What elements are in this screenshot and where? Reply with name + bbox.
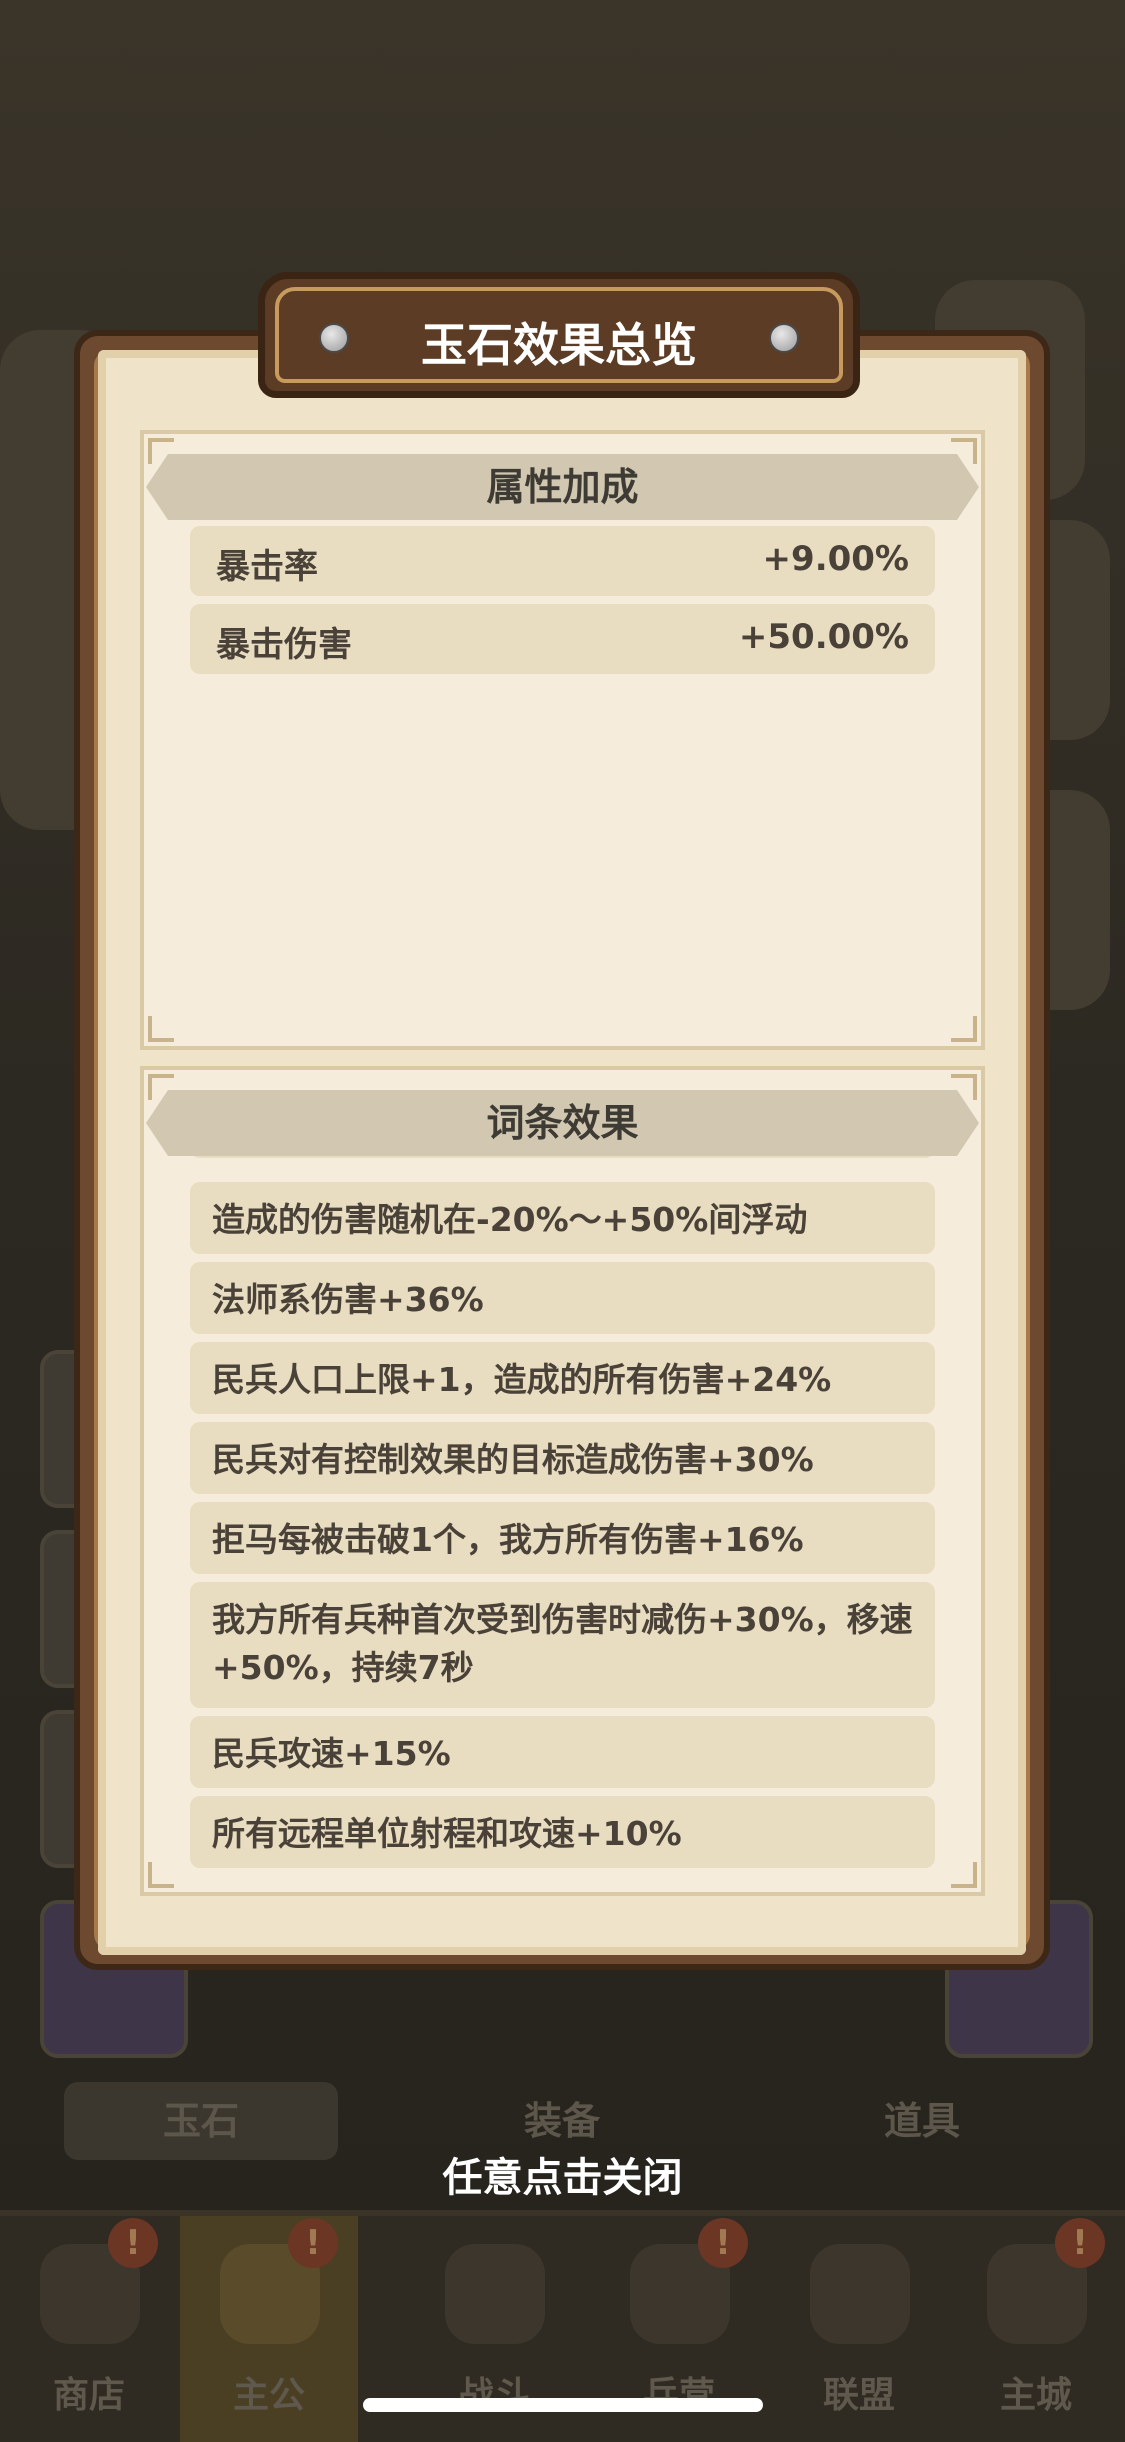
attribute-bonus-panel: 属性加成 暴击率 +9.00% 暴击伤害 +50.00%	[140, 430, 985, 1050]
tap-to-close-hint[interactable]: 任意点击关闭	[0, 2145, 1125, 2203]
modal-title-plate: 玉石效果总览	[258, 272, 860, 398]
nav-shop[interactable]: ! 商店	[0, 2216, 178, 2442]
effect-row: 所有远程单位射程和攻速+10%	[190, 1796, 935, 1868]
stat-label: 暴击伤害	[216, 625, 352, 665]
effects-panel[interactable]: 词条效果 造成的伤害随机在-20%～+50%间浮动 法师系伤害+36% 民兵人口…	[140, 1066, 985, 1896]
corner-ornament-icon	[951, 1016, 977, 1042]
nav-main-city[interactable]: ! 主城	[947, 2216, 1125, 2442]
alert-badge: !	[108, 2218, 158, 2268]
home-indicator	[363, 2398, 763, 2412]
stat-row: 暴击率 +9.00%	[190, 526, 935, 596]
crossed-swords-icon	[445, 2244, 545, 2344]
nav-label: 联盟	[822, 2375, 895, 2416]
stat-row: 暴击伤害 +50.00%	[190, 604, 935, 674]
nav-alliance[interactable]: 联盟	[770, 2216, 948, 2442]
flag-icon	[810, 2244, 910, 2344]
stat-label: 暴击率	[216, 547, 318, 587]
alert-badge: !	[288, 2218, 338, 2268]
effect-row: 我方所有兵种首次受到伤害时减伤+30%，移速+50%，持续7秒	[190, 1582, 935, 1708]
effect-row: 民兵攻速+15%	[190, 1716, 935, 1788]
section-header: 词条效果	[146, 1090, 979, 1156]
modal-title: 玉石效果总览	[421, 318, 697, 372]
alert-badge: !	[698, 2218, 748, 2268]
stat-value: +50.00%	[738, 617, 909, 657]
corner-ornament-icon	[148, 1862, 174, 1888]
stat-value: +9.00%	[762, 539, 909, 579]
corner-ornament-icon	[148, 1016, 174, 1042]
corner-ornament-icon	[951, 1862, 977, 1888]
effect-row: 拒马每被击破1个，我方所有伤害+16%	[190, 1502, 935, 1574]
effect-row: 造成的伤害随机在-20%～+50%间浮动	[190, 1182, 935, 1254]
effect-row: 法师系伤害+36%	[190, 1262, 935, 1334]
effect-row: 民兵对有控制效果的目标造成伤害+30%	[190, 1422, 935, 1494]
effect-row: 民兵人口上限+1，造成的所有伤害+24%	[190, 1342, 935, 1414]
nav-lord[interactable]: ! 主公	[180, 2216, 358, 2442]
alert-badge: !	[1055, 2218, 1105, 2268]
nav-label: 商店	[52, 2375, 125, 2416]
nav-label: 主公	[232, 2375, 305, 2416]
section-header: 属性加成	[146, 454, 979, 520]
nav-label: 主城	[999, 2375, 1072, 2416]
